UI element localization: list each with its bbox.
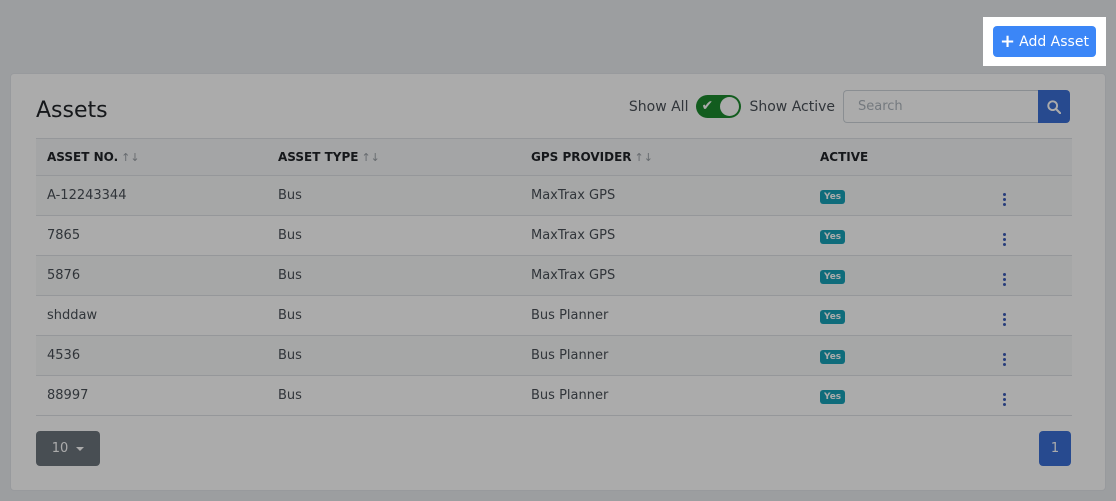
table-row: 5876 Bus MaxTrax GPS Yes — [36, 255, 1072, 296]
sort-icon: ↑↓ — [121, 151, 140, 164]
cell-gps-provider: Bus Planner — [520, 295, 809, 336]
active-badge: Yes — [820, 189, 846, 204]
column-label: GPS PROVIDER — [531, 150, 632, 164]
cell-active: Yes — [809, 375, 992, 416]
page-number: 1 — [1050, 441, 1060, 456]
search-icon — [1047, 99, 1061, 114]
toggle-knob — [720, 97, 740, 116]
cell-asset-no: 4536 — [36, 335, 267, 376]
cell-gps-provider: Bus Planner — [520, 335, 809, 376]
column-label: ASSET TYPE — [278, 150, 359, 164]
cell-asset-type: Bus — [267, 335, 520, 376]
show-active-toggle[interactable]: ✔ — [696, 95, 742, 118]
cell-asset-type: Bus — [267, 215, 520, 256]
caret-down-icon — [76, 446, 85, 451]
active-badge: Yes — [820, 349, 846, 364]
active-badge: Yes — [820, 389, 846, 404]
active-badge: Yes — [820, 309, 846, 324]
table-row: 4536 Bus Bus Planner Yes — [36, 335, 1072, 376]
active-badge: Yes — [820, 229, 846, 244]
assets-card: Assets Show All ✔ Show Active Search ASS… — [10, 73, 1106, 491]
more-options-icon[interactable] — [1003, 393, 1006, 406]
more-options-icon[interactable] — [1003, 353, 1006, 366]
cell-active: Yes — [809, 295, 992, 336]
cell-asset-type: Bus — [267, 375, 520, 416]
cell-asset-no: 7865 — [36, 215, 267, 256]
cell-actions — [992, 175, 1072, 216]
cell-actions — [992, 215, 1072, 256]
cell-active: Yes — [809, 175, 992, 216]
cell-actions — [992, 295, 1072, 336]
show-active-label: Show Active — [749, 98, 835, 115]
cell-gps-provider: MaxTrax GPS — [520, 175, 809, 216]
cell-gps-provider: MaxTrax GPS — [520, 215, 809, 256]
active-badge: Yes — [820, 269, 846, 284]
more-options-icon[interactable] — [1003, 273, 1006, 286]
column-header-asset-type[interactable]: ASSET TYPE ↑↓ — [267, 138, 520, 176]
cell-active: Yes — [809, 335, 992, 376]
assets-table: ASSET NO. ↑↓ ASSET TYPE ↑↓ GPS PROVIDER ↑↓ … — [36, 138, 1072, 416]
more-options-icon[interactable] — [1003, 193, 1006, 206]
cell-asset-no: 5876 — [36, 255, 267, 296]
cell-gps-provider: Bus Planner — [520, 375, 809, 416]
cell-actions — [992, 255, 1072, 296]
page-size-dropdown[interactable]: 10 — [36, 431, 100, 466]
cell-asset-no: 88997 — [36, 375, 267, 416]
cell-actions — [992, 375, 1072, 416]
column-label: ACTIVE — [820, 150, 869, 164]
page-title: Assets — [36, 98, 108, 123]
pagination-page-button[interactable]: 1 — [1039, 431, 1071, 466]
table-row: 88997 Bus Bus Planner Yes — [36, 375, 1072, 416]
cell-gps-provider: MaxTrax GPS — [520, 255, 809, 296]
cell-asset-no: shddaw — [36, 295, 267, 336]
show-all-label: Show All — [628, 98, 689, 115]
table-row: A-12243344 Bus MaxTrax GPS Yes — [36, 175, 1072, 216]
cell-asset-type: Bus — [267, 295, 520, 336]
column-header-gps-provider[interactable]: GPS PROVIDER ↑↓ — [520, 138, 809, 176]
cell-active: Yes — [809, 215, 992, 256]
column-label: ASSET NO. — [47, 150, 119, 164]
search-group — [843, 90, 1070, 123]
table-row: 7865 Bus MaxTrax GPS Yes — [36, 215, 1072, 256]
column-header-active: ACTIVE — [809, 138, 992, 176]
add-asset-button[interactable]: + Add Asset — [993, 26, 1096, 57]
cell-active: Yes — [809, 255, 992, 296]
plus-icon: + — [1000, 30, 1016, 52]
column-header-asset-no[interactable]: ASSET NO. ↑↓ — [36, 138, 267, 176]
cell-actions — [992, 335, 1072, 376]
sort-icon: ↑↓ — [634, 151, 653, 164]
search-input[interactable] — [843, 90, 1038, 123]
table-toolbar: Show All ✔ Show Active — [629, 90, 1070, 123]
table-row: shddaw Bus Bus Planner Yes — [36, 295, 1072, 336]
search-button[interactable] — [1038, 90, 1070, 123]
check-icon: ✔ — [701, 98, 714, 114]
table-header-row: ASSET NO. ↑↓ ASSET TYPE ↑↓ GPS PROVIDER ↑↓ … — [36, 138, 1072, 176]
cell-asset-no: A-12243344 — [36, 175, 267, 216]
column-header-actions — [992, 138, 1072, 176]
assets-page: Assets Show All ✔ Show Active Search ASS… — [0, 0, 1116, 501]
more-options-icon[interactable] — [1003, 313, 1006, 326]
cell-asset-type: Bus — [267, 175, 520, 216]
page-size-value: 10 — [51, 441, 69, 456]
cell-asset-type: Bus — [267, 255, 520, 296]
more-options-icon[interactable] — [1003, 233, 1006, 246]
sort-icon: ↑↓ — [361, 151, 380, 164]
add-asset-label: Add Asset — [1019, 33, 1089, 50]
